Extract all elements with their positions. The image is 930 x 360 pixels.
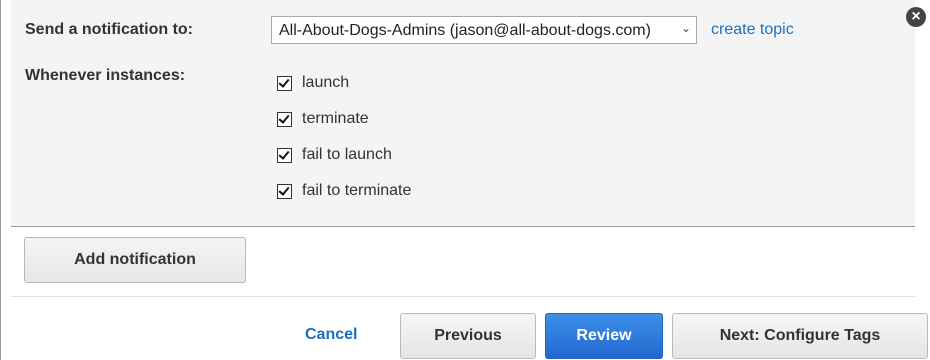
checkbox-fail-to-launch[interactable]: fail to launch <box>277 145 392 165</box>
whenever-instances-label: Whenever instances: <box>25 67 186 84</box>
chevron-down-icon: ⌄ <box>680 21 691 35</box>
topic-select-value: All-About-Dogs-Admins (jason@all-about-d… <box>279 22 651 39</box>
checkbox-checked-icon[interactable] <box>277 111 292 127</box>
divider <box>11 296 915 297</box>
checkbox-launch[interactable]: launch <box>277 73 349 93</box>
checkbox-checked-icon[interactable] <box>277 183 292 199</box>
checkbox-label: terminate <box>302 110 369 127</box>
review-button[interactable]: Review <box>545 313 663 359</box>
add-notification-button[interactable]: Add notification <box>24 237 246 283</box>
wizard-frame: × Send a notification to: All-About-Dogs… <box>0 0 930 360</box>
checkbox-checked-icon[interactable] <box>277 147 292 163</box>
close-icon[interactable]: × <box>906 7 926 27</box>
checkbox-label: launch <box>302 74 350 91</box>
next-configure-tags-button[interactable]: Next: Configure Tags <box>672 313 928 359</box>
checkbox-label: fail to launch <box>302 146 392 163</box>
checkbox-fail-to-terminate[interactable]: fail to terminate <box>277 181 411 201</box>
checkbox-checked-icon[interactable] <box>277 75 292 91</box>
send-notification-label: Send a notification to: <box>25 21 193 38</box>
create-topic-link[interactable]: create topic <box>711 21 794 39</box>
checkbox-label: fail to terminate <box>302 182 412 199</box>
cancel-button[interactable]: Cancel <box>305 326 357 344</box>
topic-select[interactable]: All-About-Dogs-Admins (jason@all-about-d… <box>271 16 697 44</box>
checkbox-terminate[interactable]: terminate <box>277 109 369 129</box>
previous-button[interactable]: Previous <box>400 313 536 359</box>
